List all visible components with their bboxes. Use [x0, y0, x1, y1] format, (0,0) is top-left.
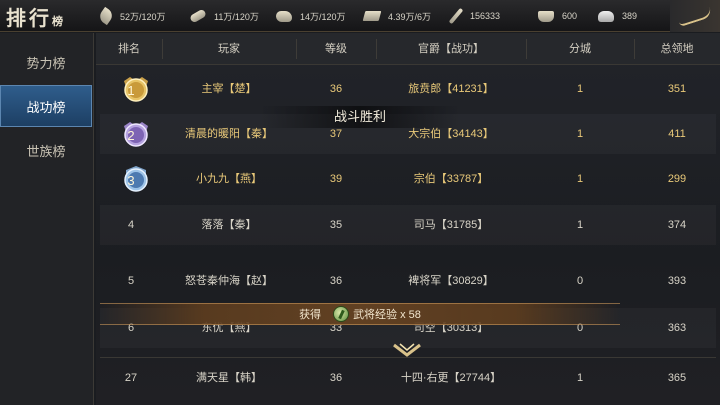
resource-merit-value: 156333	[470, 11, 501, 21]
chevron-down-icon[interactable]	[392, 342, 422, 360]
table-row[interactable]: 4 落落【秦】 35 司马【31785】 1 374	[100, 205, 716, 245]
column-player: 玩家	[218, 43, 240, 55]
page-title-sub: 榜	[52, 15, 63, 28]
player-level: 35	[329, 219, 343, 231]
player-territory: 374	[667, 219, 687, 231]
resource-merit: 156333	[448, 0, 501, 32]
player-title-merit: 宗伯【33787】	[413, 173, 489, 185]
reward-prefix: 获得	[299, 309, 322, 321]
player-level: 36	[329, 275, 343, 287]
rank-number: 2	[127, 128, 135, 143]
player-territory: 393	[667, 275, 687, 287]
tab-clan-ranking-label: 世族榜	[26, 143, 66, 159]
reward-banner: 获得 武将经验 x 58	[100, 303, 620, 325]
rank-number: 27	[124, 372, 138, 384]
player-level: 36	[329, 83, 343, 95]
player-name: 怒苍秦仲海【赵】	[185, 275, 273, 287]
player-title-merit: 旅贲郎【41231】	[408, 83, 494, 95]
rank-number: 1	[127, 83, 135, 98]
column-title-merit: 官爵【战功】	[418, 43, 484, 55]
gold-ingot-icon	[538, 10, 554, 22]
player-territory: 363	[667, 322, 687, 334]
rank-number: 3	[127, 173, 135, 188]
iron-icon	[362, 11, 382, 21]
resource-silver: 389	[598, 0, 637, 32]
resource-wheat: 52万/120万	[97, 0, 166, 32]
top-bar: 排行榜 52万/120万 11万/120万 14万/120万 4.39万/6万 …	[0, 0, 720, 32]
column-rank: 排名	[118, 43, 140, 55]
player-name: 主宰【楚】	[201, 83, 257, 95]
wood-icon	[189, 8, 207, 24]
player-title-merit: 司马【31785】	[413, 219, 489, 231]
player-name: 落落【秦】	[201, 219, 257, 231]
tab-merit-ranking[interactable]: 战功榜	[0, 85, 92, 127]
own-rank-row[interactable]: 27 满天星【韩】 36 十四·右更【27744】 1 365	[100, 357, 716, 397]
resource-wood: 11万/120万	[189, 0, 259, 32]
player-territory: 351	[667, 83, 687, 95]
wheat-icon	[97, 6, 115, 26]
player-level: 39	[329, 173, 343, 185]
resource-wood-value: 11万/120万	[214, 11, 259, 22]
column-territory: 总领地	[660, 43, 694, 55]
tab-clan-ranking[interactable]: 世族榜	[0, 129, 92, 171]
table-row[interactable]: 3 小九九【燕】 39 宗伯【33787】 1 299	[100, 159, 716, 199]
player-level: 36	[329, 372, 343, 384]
player-name: 满天星【韩】	[196, 372, 262, 384]
reward-item: 武将经验 x 58	[353, 309, 421, 321]
sidebar: 势力榜 战功榜 世族榜	[0, 33, 94, 405]
column-level: 等级	[325, 43, 347, 55]
player-branch: 1	[576, 372, 584, 384]
sword-icon	[448, 7, 464, 25]
page-title-main: 排行	[6, 6, 52, 30]
table-header: 排名 玩家 等级 官爵【战功】 分城 总领地	[96, 33, 720, 65]
player-name: 小九九【燕】	[196, 173, 262, 185]
resource-stone-value: 14万/120万	[300, 11, 346, 22]
back-swoosh-icon	[677, 6, 713, 28]
player-territory: 299	[667, 173, 687, 185]
resource-stone: 14万/120万	[276, 0, 346, 32]
silver-ingot-icon	[598, 10, 614, 22]
battle-victory-toast: 战斗胜利	[260, 106, 460, 128]
tab-power-ranking[interactable]: 势力榜	[0, 41, 92, 83]
player-branch: 1	[576, 128, 584, 140]
resource-iron: 4.39万/6万	[362, 0, 432, 32]
player-branch: 1	[576, 83, 584, 95]
rank-number: 4	[127, 219, 135, 231]
column-branch-city: 分城	[569, 43, 591, 55]
tab-power-ranking-label: 势力榜	[26, 55, 66, 71]
general-exp-icon	[333, 306, 350, 322]
rank-number: 5	[127, 275, 135, 287]
player-territory: 411	[668, 128, 686, 140]
resource-wheat-value: 52万/120万	[120, 11, 166, 22]
page-title: 排行榜	[6, 2, 92, 30]
player-branch: 1	[576, 219, 584, 231]
back-button[interactable]	[670, 0, 720, 32]
table-row[interactable]: 5 怒苍秦仲海【赵】 36 裨将军【30829】 0 393	[100, 261, 716, 301]
table-row[interactable]: 1 主宰【楚】 36 旅贲郎【41231】 1 351	[100, 69, 716, 109]
player-title-merit: 十四·右更【27744】	[400, 372, 502, 384]
resource-silver-value: 389	[622, 11, 638, 21]
player-branch: 1	[576, 173, 584, 185]
player-territory: 365	[667, 372, 687, 384]
player-branch: 0	[576, 275, 584, 287]
resource-iron-value: 4.39万/6万	[388, 11, 432, 22]
tab-merit-ranking-label: 战功榜	[26, 99, 66, 115]
resource-gold: 600	[538, 0, 577, 32]
resource-gold-value: 600	[562, 11, 578, 21]
stone-icon	[276, 10, 292, 22]
player-title-merit: 裨将军【30829】	[408, 275, 494, 287]
